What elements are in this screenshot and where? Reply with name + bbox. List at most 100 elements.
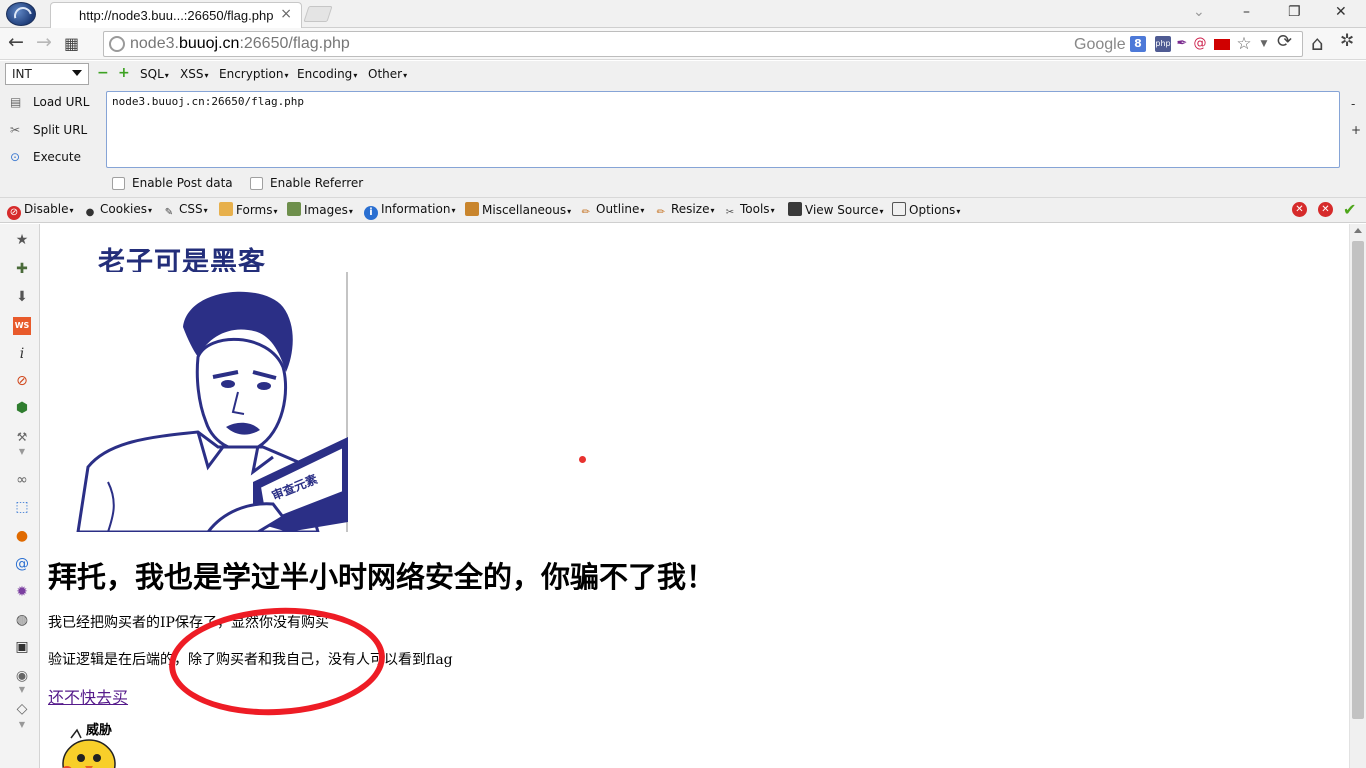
enable-post-label: Enable Post data (132, 176, 233, 190)
tab-title: http://node3.buu...:26650/flag.php (79, 8, 274, 23)
options-icon (892, 202, 906, 216)
type-select-value: INT (12, 67, 32, 81)
maximize-button[interactable]: ❐ (1288, 4, 1301, 20)
encryption-menu[interactable]: Encryption (219, 67, 288, 81)
navigation-bar: ← → ▦ node3.buuoj.cn:26650/flag.php Goog… (0, 28, 1366, 60)
spiral-icon[interactable]: @ (13, 555, 31, 573)
encoding-menu[interactable]: Encoding (297, 67, 357, 81)
options-menu[interactable]: Options (892, 202, 960, 217)
globe-icon (109, 36, 125, 52)
miscellaneous-menu[interactable]: Miscellaneous (465, 202, 571, 217)
images-icon (287, 202, 301, 216)
download-icon[interactable]: ⬇ (13, 288, 31, 306)
bookmark-star-icon[interactable]: ☆ (1236, 36, 1252, 53)
shrink-button[interactable]: - (1351, 97, 1355, 111)
new-tab-button[interactable] (303, 6, 333, 22)
buy-link[interactable]: 还不快去买 (48, 684, 128, 708)
address-url[interactable]: node3.buuoj.cn:26650/flag.php (130, 35, 350, 53)
grid-icon[interactable]: ▣ (13, 638, 31, 656)
checkmark-icon[interactable]: ✔ (1343, 200, 1356, 219)
split-url-label: Split URL (33, 123, 88, 137)
xss-menu[interactable]: XSS (180, 67, 208, 81)
cursor-dot (579, 456, 586, 463)
images-menu[interactable]: Images (287, 202, 353, 217)
reload-button[interactable]: ⟳ (1277, 31, 1292, 52)
hacker-meme-image: 老子可是黑客 审查元素 (48, 232, 348, 532)
web-developer-toolbar: ⊘Disable ●Cookies ✎CSS Forms Images iInf… (0, 198, 1366, 223)
info-italic-icon[interactable]: i (13, 345, 31, 363)
miscellaneous-icon (465, 202, 479, 216)
tools-menu[interactable]: ✂ Tools (723, 202, 775, 220)
decrease-button[interactable]: − (97, 65, 109, 81)
minimize-button[interactable]: – (1243, 4, 1250, 20)
disable-menu[interactable]: ⊘ Disable (7, 202, 74, 220)
url-textarea[interactable]: node3.buuoj.cn:26650/flag.php (106, 91, 1340, 168)
close-icon[interactable]: × (280, 6, 292, 22)
tab-list-dropdown-icon[interactable]: ⌄ (1193, 4, 1205, 20)
back-button[interactable]: ← (8, 31, 24, 53)
scroll-thumb[interactable] (1352, 241, 1364, 719)
scroll-up-icon[interactable] (1354, 228, 1362, 233)
glasses-icon[interactable]: ∞ (13, 471, 31, 489)
palette-icon[interactable]: ◍ (13, 611, 31, 629)
execute-label: Execute (33, 150, 81, 164)
view-source-menu[interactable]: View Source (788, 202, 884, 217)
puzzle-icon[interactable]: ✚ (13, 260, 31, 278)
tab-strip: http://node3.buu...:26650/flag.php × ⌄ –… (0, 0, 1366, 28)
chevron-down-icon[interactable]: ▼ (13, 443, 31, 461)
home-button[interactable]: ⌂ (1311, 31, 1324, 55)
search-engine-label[interactable]: Google (1074, 36, 1126, 54)
star-icon[interactable]: ★ (13, 231, 31, 249)
block-icon[interactable]: ⊘ (13, 372, 31, 390)
gear-icon[interactable]: ✹ (13, 583, 31, 601)
browser-logo-icon[interactable] (6, 2, 36, 26)
forward-button[interactable]: → (36, 31, 52, 53)
play-icon: ⊙ (10, 150, 21, 164)
wrench-icon[interactable]: ✲ (1340, 31, 1354, 51)
information-menu[interactable]: i Information (364, 202, 455, 220)
view-source-icon (788, 202, 802, 216)
apps-icon[interactable]: ▦ (64, 34, 79, 53)
flag-icon[interactable] (1214, 39, 1230, 50)
scissors-icon: ✂ (10, 123, 21, 137)
browser-tab[interactable]: http://node3.buu...:26650/flag.php × (50, 2, 302, 28)
firebug-icon[interactable]: ● (13, 527, 31, 545)
split-url-button[interactable]: ✂ Split URL (10, 123, 87, 137)
chevron-down-icon[interactable]: ▼ (13, 716, 31, 734)
increase-button[interactable]: + (118, 65, 130, 81)
debian-icon[interactable]: @ (1192, 36, 1208, 52)
outline-menu[interactable]: ✏ Outline (579, 202, 645, 220)
other-menu[interactable]: Other (368, 67, 407, 81)
php-icon[interactable]: php (1155, 36, 1171, 52)
page-viewport: 老子可是黑客 审查元素 拜托，我也是学过半小时网络安全的，你骗不了我！ 我已经把… (41, 224, 1349, 768)
css-menu[interactable]: ✎ CSS (162, 202, 208, 220)
vertical-scrollbar[interactable] (1349, 224, 1366, 768)
cookies-menu[interactable]: ● Cookies (83, 202, 152, 220)
error-icon[interactable]: ✕ (1292, 202, 1307, 217)
expand-button[interactable]: + (1351, 123, 1361, 137)
chevron-down-icon[interactable]: ▼ (1256, 36, 1272, 52)
resize-menu[interactable]: ✏ Resize (654, 202, 715, 220)
execute-button[interactable]: ⊙ Execute (10, 150, 81, 164)
type-select[interactable]: INT (5, 63, 89, 85)
chevron-down-icon[interactable]: ▼ (13, 681, 31, 699)
page-heading: 拜托，我也是学过半小时网络安全的，你骗不了我！ (48, 560, 716, 594)
ws-icon[interactable]: WS (13, 317, 31, 335)
feather-icon[interactable]: ✒ (1174, 36, 1190, 52)
hackbar-panel: INT − + SQL XSS Encryption Encoding Othe… (0, 61, 1366, 198)
sql-menu[interactable]: SQL (140, 67, 169, 81)
checkbox-box[interactable] (112, 177, 125, 190)
warning-icon[interactable]: ✕ (1318, 202, 1333, 217)
forms-menu[interactable]: Forms (219, 202, 278, 217)
checkbox-box[interactable] (250, 177, 263, 190)
inspect-icon[interactable]: ⬚ (13, 498, 31, 516)
dropdown-arrow-icon (72, 70, 82, 76)
outline-pencil-icon: ✏ (581, 207, 591, 218)
window-close-button[interactable]: ✕ (1335, 4, 1347, 20)
load-url-icon: ▤ (10, 95, 22, 109)
google-icon[interactable]: 8 (1130, 36, 1146, 52)
address-bar[interactable]: node3.buuoj.cn:26650/flag.php Google 8 p… (103, 31, 1303, 57)
load-url-button[interactable]: ▤ Load URL (10, 95, 89, 109)
shield-icon[interactable]: ⬢ (13, 399, 31, 417)
info-icon: i (364, 206, 378, 220)
